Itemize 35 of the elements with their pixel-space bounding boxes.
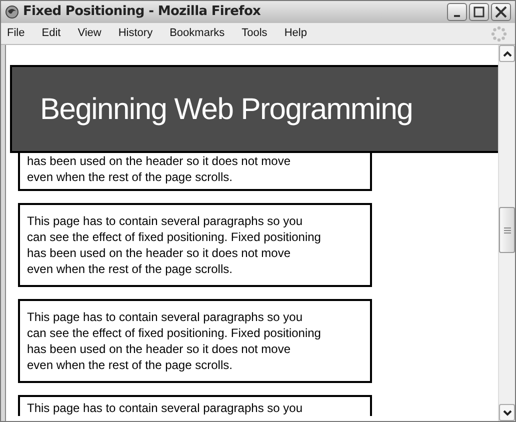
menu-item[interactable]: History xyxy=(116,25,155,42)
paragraph-line: even when the rest of the page scrolls. xyxy=(27,169,234,185)
grip-icon xyxy=(504,226,510,234)
browser-logo-icon xyxy=(5,5,19,19)
chevron-up-icon xyxy=(502,50,512,56)
header-title: Beginning Web Programming xyxy=(40,92,413,128)
paragraph-line: can see the effect of fixed positioning. Fixed positioning xyxy=(27,325,322,341)
paragraph-line: This page has to contain several paragraphs so you xyxy=(27,309,304,325)
paragraph-line: can see the effect of fixed positioning. Fixed positioning xyxy=(27,229,322,245)
paragraph-line: has been used on the header so it does not move xyxy=(27,341,292,357)
maximize-icon xyxy=(473,6,485,18)
window-title: Fixed Positioning - Mozilla Firefox xyxy=(23,3,261,22)
minimize-button[interactable] xyxy=(447,3,467,21)
maximize-button[interactable] xyxy=(469,3,489,21)
menu-item[interactable]: Edit xyxy=(40,25,63,42)
scrollbar[interactable] xyxy=(498,45,515,421)
close-button[interactable] xyxy=(491,3,511,21)
scroll-up-button[interactable] xyxy=(499,45,515,62)
scroll-thumb[interactable] xyxy=(499,207,515,253)
throbber-icon xyxy=(491,26,507,42)
menu-item[interactable]: File xyxy=(5,25,27,42)
menu-item[interactable]: Bookmarks xyxy=(168,25,227,42)
paragraph-line: has been used on the header so it does not move xyxy=(27,153,292,169)
menu-item[interactable]: Tools xyxy=(240,25,270,42)
minimize-icon xyxy=(454,15,460,17)
scroll-down-button[interactable] xyxy=(499,404,515,421)
menu-item[interactable]: View xyxy=(76,25,104,42)
paragraph-line: even when the rest of the page scrolls. xyxy=(27,261,234,277)
close-icon xyxy=(495,6,507,18)
menu-item[interactable]: Help xyxy=(282,25,309,42)
paragraph-line: This page has to contain several paragraphs so you xyxy=(27,400,304,416)
paragraph-line: This page has to contain several paragraphs so you xyxy=(27,213,304,229)
chevron-down-icon xyxy=(502,410,512,416)
paragraph-line: has been used on the header so it does not move xyxy=(27,245,292,261)
paragraph-line: even when the rest of the page scrolls. xyxy=(27,357,234,373)
